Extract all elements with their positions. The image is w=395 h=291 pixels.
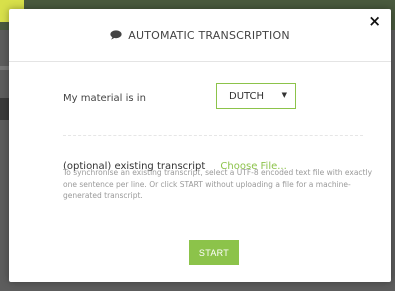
modal-title-text: AUTOMATIC TRANSCRIPTION	[128, 28, 290, 42]
chat-bubble-icon	[110, 30, 122, 40]
section-divider	[63, 135, 363, 136]
start-button[interactable]: START	[189, 240, 239, 265]
background-sidebar-block	[0, 98, 9, 120]
background-sidebar-line	[0, 66, 9, 70]
transcript-help-text: To synchronise an existing transcript, s…	[63, 168, 373, 200]
language-select-value: DUTCH	[229, 90, 265, 102]
modal-header: AUTOMATIC TRANSCRIPTION	[9, 9, 391, 62]
language-row: My material is in DUTCH ▼	[49, 83, 369, 117]
modal-title: AUTOMATIC TRANSCRIPTION	[110, 29, 290, 42]
language-select[interactable]: DUTCH ▼	[216, 83, 296, 109]
dropdown-arrow-icon: ▼	[281, 91, 287, 99]
language-label: My material is in	[63, 93, 146, 104]
transcription-modal: × AUTOMATIC TRANSCRIPTION My material is…	[9, 9, 391, 282]
